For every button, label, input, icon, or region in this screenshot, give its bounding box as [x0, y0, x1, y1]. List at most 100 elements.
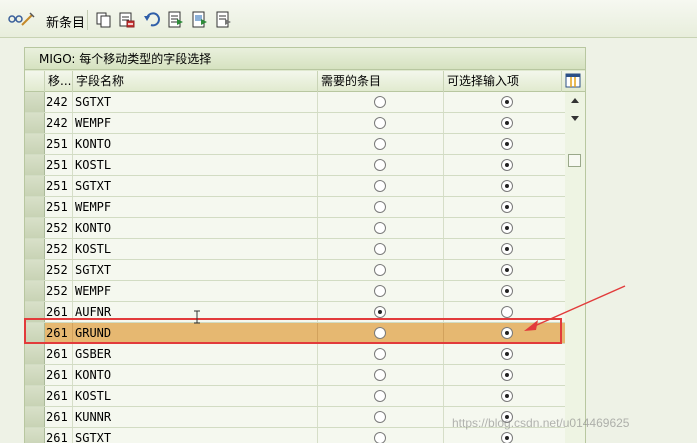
- required-entry-radio[interactable]: [374, 117, 386, 129]
- optional-entry-radio[interactable]: [501, 243, 513, 255]
- cell-field-name: KONTO: [73, 134, 318, 154]
- scroll-up-icon[interactable]: [571, 98, 579, 103]
- required-entry-radio[interactable]: [374, 96, 386, 108]
- cell-optional-entry: [444, 239, 562, 259]
- table-row[interactable]: 251 SGTXT: [25, 176, 565, 197]
- row-selector[interactable]: [25, 176, 45, 196]
- row-selector[interactable]: [25, 197, 45, 217]
- row-selector[interactable]: [25, 428, 45, 443]
- row-selector[interactable]: [25, 365, 45, 385]
- table-row[interactable]: 261 KONTO: [25, 365, 565, 386]
- optional-entry-radio[interactable]: [501, 264, 513, 276]
- select-block-icon[interactable]: [192, 11, 208, 29]
- cell-movement-type: 261: [45, 302, 73, 322]
- required-entry-radio[interactable]: [374, 138, 386, 150]
- row-selector[interactable]: [25, 302, 45, 322]
- required-entry-radio[interactable]: [374, 390, 386, 402]
- scrollbar-thumb[interactable]: [568, 154, 581, 167]
- optional-entry-radio[interactable]: [501, 432, 513, 443]
- copy-icon[interactable]: [96, 11, 112, 29]
- table-row[interactable]: 242 SGTXT: [25, 92, 565, 113]
- deselect-all-icon[interactable]: [216, 11, 232, 29]
- row-selector[interactable]: [25, 239, 45, 259]
- row-selector[interactable]: [25, 260, 45, 280]
- required-entry-radio[interactable]: [374, 159, 386, 171]
- required-entry-radio[interactable]: [374, 180, 386, 192]
- table-row[interactable]: 242 WEMPF: [25, 113, 565, 134]
- optional-entry-radio[interactable]: [501, 117, 513, 129]
- required-entry-radio[interactable]: [374, 201, 386, 213]
- table-row[interactable]: 251 WEMPF: [25, 197, 565, 218]
- undo-icon[interactable]: [143, 11, 161, 29]
- table-row[interactable]: 261 KOSTL: [25, 386, 565, 407]
- row-selector[interactable]: [25, 134, 45, 154]
- cell-optional-entry: [444, 218, 562, 238]
- row-selector[interactable]: [25, 218, 45, 238]
- optional-entry-radio[interactable]: [501, 138, 513, 150]
- table-row[interactable]: 261 GRUND: [25, 323, 565, 344]
- table-row[interactable]: 252 SGTXT: [25, 260, 565, 281]
- cell-required-entry: [318, 218, 444, 238]
- table-row[interactable]: 252 WEMPF: [25, 281, 565, 302]
- watermark: https://blog.csdn.net/u014469625: [452, 416, 630, 430]
- table-row[interactable]: 252 KONTO: [25, 218, 565, 239]
- optional-entry-radio[interactable]: [501, 348, 513, 360]
- row-selector[interactable]: [25, 113, 45, 133]
- table-row[interactable]: 251 KOSTL: [25, 155, 565, 176]
- column-header-optional-entry[interactable]: 可选择输入项: [444, 71, 562, 92]
- column-header-movement-type[interactable]: 移...: [45, 71, 73, 92]
- select-all-icon[interactable]: [168, 11, 184, 29]
- cell-movement-type: 261: [45, 386, 73, 406]
- row-selector[interactable]: [25, 92, 45, 112]
- panel-title: MIGO: 每个移动类型的字段选择: [25, 48, 585, 70]
- cell-field-name: WEMPF: [73, 197, 318, 217]
- optional-entry-radio[interactable]: [501, 390, 513, 402]
- table-row[interactable]: 261 AUFNR: [25, 302, 565, 323]
- cell-movement-type: 252: [45, 239, 73, 259]
- optional-entry-radio[interactable]: [501, 327, 513, 339]
- required-entry-radio[interactable]: [374, 285, 386, 297]
- cell-optional-entry: [444, 365, 562, 385]
- optional-entry-radio[interactable]: [501, 180, 513, 192]
- cell-required-entry: [318, 176, 444, 196]
- cell-field-name: KOSTL: [73, 155, 318, 175]
- table-settings-icon[interactable]: [562, 71, 585, 92]
- cell-field-name: SGTXT: [73, 428, 318, 443]
- table-row[interactable]: 261 SGTXT: [25, 428, 565, 443]
- required-entry-radio[interactable]: [374, 411, 386, 423]
- row-selector[interactable]: [25, 323, 45, 343]
- display-change-icon[interactable]: [6, 11, 36, 29]
- row-selector[interactable]: [25, 155, 45, 175]
- new-entries-button[interactable]: 新条目: [46, 12, 85, 31]
- optional-entry-radio[interactable]: [501, 285, 513, 297]
- required-entry-radio[interactable]: [374, 348, 386, 360]
- table-row[interactable]: 261 GSBER: [25, 344, 565, 365]
- table-row[interactable]: 252 KOSTL: [25, 239, 565, 260]
- required-entry-radio[interactable]: [374, 264, 386, 276]
- optional-entry-radio[interactable]: [501, 222, 513, 234]
- column-header-required-entry[interactable]: 需要的条目: [318, 71, 444, 92]
- row-selector[interactable]: [25, 281, 45, 301]
- required-entry-radio[interactable]: [374, 243, 386, 255]
- required-entry-radio[interactable]: [374, 327, 386, 339]
- optional-entry-radio[interactable]: [501, 159, 513, 171]
- optional-entry-radio[interactable]: [501, 369, 513, 381]
- column-header-field-name[interactable]: 字段名称: [73, 71, 318, 92]
- optional-entry-radio[interactable]: [501, 306, 513, 318]
- required-entry-radio[interactable]: [374, 369, 386, 381]
- required-entry-radio[interactable]: [374, 306, 386, 318]
- table-row[interactable]: 251 KONTO: [25, 134, 565, 155]
- cell-optional-entry: [444, 92, 562, 112]
- select-all-rows-button[interactable]: [25, 71, 45, 92]
- vertical-scrollbar[interactable]: [565, 92, 585, 443]
- optional-entry-radio[interactable]: [501, 201, 513, 213]
- row-selector[interactable]: [25, 407, 45, 427]
- required-entry-radio[interactable]: [374, 222, 386, 234]
- row-selector[interactable]: [25, 386, 45, 406]
- delete-icon[interactable]: [119, 11, 135, 29]
- required-entry-radio[interactable]: [374, 432, 386, 443]
- row-selector[interactable]: [25, 344, 45, 364]
- cell-required-entry: [318, 260, 444, 280]
- optional-entry-radio[interactable]: [501, 96, 513, 108]
- scroll-down-icon[interactable]: [571, 116, 579, 121]
